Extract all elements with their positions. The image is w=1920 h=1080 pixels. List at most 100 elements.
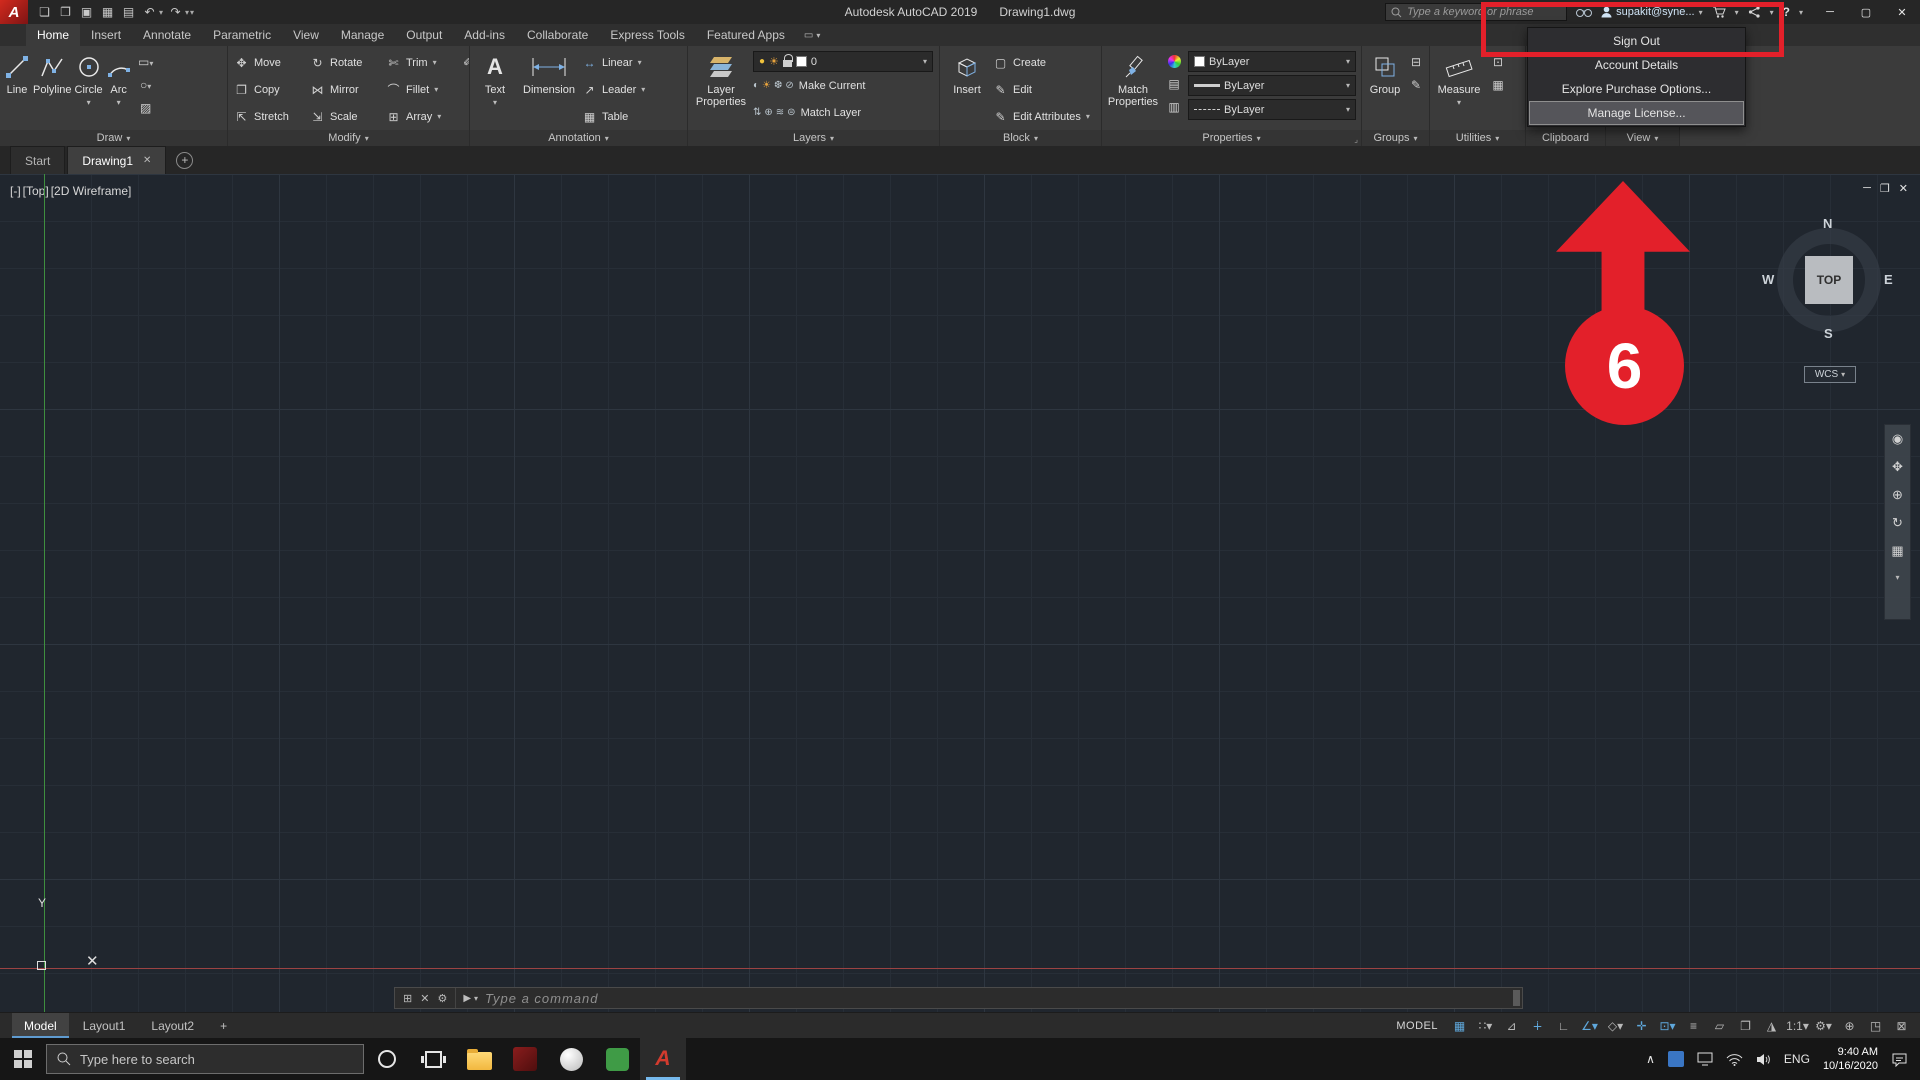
table-tool[interactable]: ▦Table bbox=[582, 103, 645, 130]
doc-restore-button[interactable]: ❐ bbox=[1880, 182, 1890, 195]
annotation-monitor-toggle[interactable]: ⊕ bbox=[1837, 1015, 1862, 1037]
command-input[interactable]: Type a command bbox=[485, 991, 598, 1006]
model-space-indicator[interactable]: MODEL bbox=[1396, 1020, 1438, 1032]
panel-label-utilities[interactable]: Utilities▾ bbox=[1430, 130, 1525, 146]
panel-label-modify[interactable]: Modify▾ bbox=[228, 130, 469, 146]
dynamic-input-toggle[interactable]: ∔ bbox=[1525, 1015, 1550, 1037]
taskbar-app-2-button[interactable] bbox=[594, 1038, 640, 1080]
command-close-icon[interactable]: ✕ bbox=[420, 992, 429, 1005]
layout-tab-model[interactable]: Model bbox=[12, 1013, 69, 1038]
mirror-tool[interactable]: ⋈Mirror bbox=[308, 83, 384, 97]
infer-constraints-toggle[interactable]: ⊿ bbox=[1499, 1015, 1524, 1037]
properties-launcher-icon[interactable]: ⌟ bbox=[1354, 135, 1358, 144]
volume-icon[interactable] bbox=[1756, 1053, 1771, 1066]
linetype-select[interactable]: ByLayer ▾ bbox=[1188, 99, 1356, 120]
action-center-icon[interactable] bbox=[1891, 1052, 1908, 1067]
navbar-caret-icon[interactable]: ▾ bbox=[1895, 573, 1899, 582]
new-file-icon[interactable]: ❏ bbox=[36, 3, 53, 21]
doc-close-button[interactable]: ✕ bbox=[1899, 182, 1908, 195]
match-layer-tool[interactable]: ⇅⊕≋⊜ Match Layer bbox=[753, 99, 933, 126]
panel-label-annotation[interactable]: Annotation▾ bbox=[470, 130, 687, 146]
viewcube-top-face[interactable]: TOP bbox=[1805, 256, 1853, 304]
panel-label-block[interactable]: Block▾ bbox=[940, 130, 1101, 146]
close-button[interactable]: ✕ bbox=[1884, 0, 1920, 24]
selection-cycling-toggle[interactable]: ❐ bbox=[1733, 1015, 1758, 1037]
redo-caret-icon[interactable]: ▾ bbox=[185, 8, 189, 17]
color-wheel-icon[interactable] bbox=[1168, 55, 1181, 68]
panel-label-properties[interactable]: Properties▾⌟ bbox=[1102, 130, 1361, 146]
transparency-toggle[interactable]: ▱ bbox=[1707, 1015, 1732, 1037]
annotation-visibility-toggle[interactable]: ◮ bbox=[1759, 1015, 1784, 1037]
menu-item-manage-license[interactable]: Manage License... bbox=[1529, 101, 1744, 125]
isometric-drafting-toggle[interactable]: ◇▾ bbox=[1603, 1015, 1628, 1037]
move-tool[interactable]: ✥Move bbox=[232, 56, 308, 70]
panel-label-layers[interactable]: Layers▾ bbox=[688, 130, 939, 146]
properties-table-icon[interactable]: ▥ bbox=[1168, 100, 1179, 114]
file-tab-start[interactable]: Start bbox=[10, 146, 65, 174]
rectangle-tool-icon[interactable]: ▭▾ bbox=[138, 55, 153, 69]
maximize-button[interactable]: ▢ bbox=[1848, 0, 1884, 24]
rotate-tool[interactable]: ↻Rotate bbox=[308, 56, 384, 70]
arc-tool[interactable]: Arc ▾ bbox=[106, 49, 132, 130]
hatch-tool-icon[interactable]: ▨ bbox=[140, 101, 151, 115]
linear-dimension-tool[interactable]: ↔Linear▾ bbox=[582, 49, 645, 76]
object-snap-toggle[interactable]: ⊡▾ bbox=[1655, 1015, 1680, 1037]
quick-calculator-icon[interactable]: ▦ bbox=[1492, 78, 1503, 92]
ortho-mode-toggle[interactable]: ∟ bbox=[1551, 1015, 1576, 1037]
ungroup-icon[interactable]: ⊟ bbox=[1411, 55, 1421, 69]
viewport-control-menu[interactable]: [-] bbox=[10, 184, 21, 198]
cortana-button[interactable] bbox=[364, 1038, 410, 1080]
edit-block-tool[interactable]: ✎Edit bbox=[993, 76, 1090, 103]
pan-icon[interactable]: ✥ bbox=[1892, 459, 1903, 475]
file-tab-drawing1[interactable]: Drawing1✕ bbox=[67, 146, 166, 174]
viewcube-west[interactable]: W bbox=[1762, 272, 1774, 287]
dimension-tool[interactable]: Dimension bbox=[519, 49, 579, 130]
edit-attributes-tool[interactable]: ✎Edit Attributes▾ bbox=[993, 103, 1090, 130]
minimize-button[interactable]: ─ bbox=[1812, 0, 1848, 24]
erase-tool-icon[interactable]: ✐ bbox=[463, 55, 469, 69]
undo-caret-icon[interactable]: ▾ bbox=[159, 8, 163, 17]
create-block-tool[interactable]: ▢Create bbox=[993, 49, 1090, 76]
properties-list-icon[interactable]: ▤ bbox=[1168, 77, 1179, 91]
array-tool[interactable]: ⊞Array▾ bbox=[384, 110, 460, 124]
doc-minimize-button[interactable]: ─ bbox=[1863, 182, 1871, 195]
tab-manage[interactable]: Manage bbox=[330, 24, 395, 46]
plot-icon[interactable]: ▤ bbox=[120, 3, 137, 21]
tab-annotate[interactable]: Annotate bbox=[132, 24, 202, 46]
new-drawing-button[interactable]: + bbox=[176, 152, 193, 169]
clean-screen-toggle[interactable]: ⊠ bbox=[1889, 1015, 1914, 1037]
layout-tab-layout1[interactable]: Layout1 bbox=[71, 1013, 138, 1038]
grid-display-toggle[interactable]: ▦ bbox=[1447, 1015, 1472, 1037]
menu-item-explore-purchase-options[interactable]: Explore Purchase Options... bbox=[1529, 77, 1744, 101]
zoom-icon[interactable]: ⊕ bbox=[1892, 487, 1903, 503]
showmotion-icon[interactable]: ▦ bbox=[1891, 543, 1903, 559]
panel-label-clipboard[interactable]: Clipboard bbox=[1526, 130, 1605, 146]
graphics-performance-toggle[interactable]: ◳ bbox=[1863, 1015, 1888, 1037]
command-scroll-handle[interactable] bbox=[1513, 990, 1520, 1006]
fillet-tool[interactable]: ⌒Fillet▾ bbox=[384, 81, 460, 98]
autocad-taskbar-button[interactable]: A bbox=[640, 1038, 686, 1080]
open-file-icon[interactable]: ❐ bbox=[57, 3, 74, 21]
command-prompt-caret-icon[interactable]: ▾ bbox=[474, 994, 478, 1003]
tab-home[interactable]: Home bbox=[26, 24, 80, 46]
tab-output[interactable]: Output bbox=[395, 24, 453, 46]
tab-parametric[interactable]: Parametric bbox=[202, 24, 282, 46]
app-menu-button[interactable]: A bbox=[0, 0, 28, 24]
qat-customize-caret-icon[interactable]: ▾ bbox=[190, 8, 194, 17]
trim-tool[interactable]: ✄Trim▾ bbox=[384, 56, 460, 70]
task-view-button[interactable] bbox=[410, 1038, 456, 1080]
insert-block-tool[interactable]: Insert bbox=[944, 49, 990, 130]
copy-tool[interactable]: ❐Copy bbox=[232, 83, 308, 97]
line-tool[interactable]: Line bbox=[4, 49, 30, 130]
navigation-wheel-icon[interactable]: ◉ bbox=[1892, 431, 1903, 447]
command-line-bar[interactable]: ⊞ ✕ ⚙ ▶ ▾ Type a command bbox=[394, 987, 1523, 1009]
xbox-button[interactable] bbox=[548, 1038, 594, 1080]
tab-add-ins[interactable]: Add-ins bbox=[453, 24, 516, 46]
taskbar-clock[interactable]: 9:40 AM 10/16/2020 bbox=[1823, 1045, 1878, 1073]
panel-label-draw[interactable]: Draw▾ bbox=[0, 130, 227, 146]
workspace-switching-button[interactable]: ⚙▾ bbox=[1811, 1015, 1836, 1037]
annotation-scale-button[interactable]: 1:1▾ bbox=[1785, 1015, 1810, 1037]
layer-combo[interactable]: ● ☀ 0 ▾ bbox=[753, 51, 933, 72]
language-indicator[interactable]: ENG bbox=[1784, 1052, 1810, 1066]
tab-collaborate[interactable]: Collaborate bbox=[516, 24, 599, 46]
